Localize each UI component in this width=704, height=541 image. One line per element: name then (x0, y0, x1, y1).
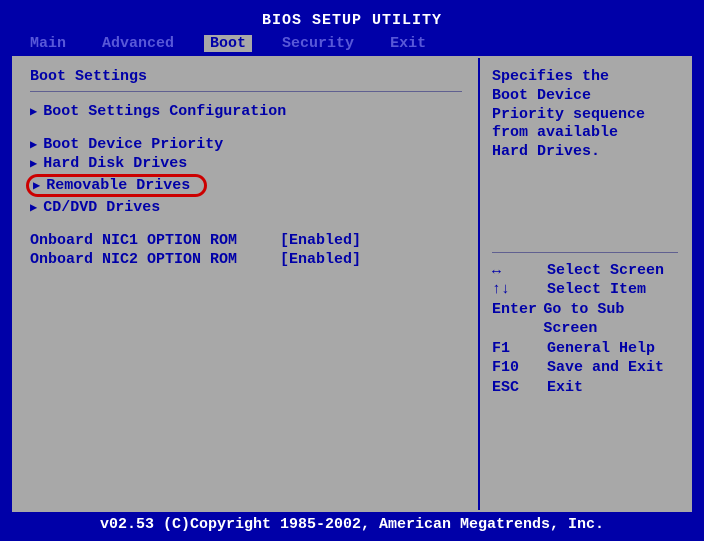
submenu-arrow-icon: ▶ (30, 200, 37, 215)
entry-label: Removable Drives (46, 177, 190, 194)
option-value: [Enabled] (280, 232, 361, 249)
entry-label: CD/DVD Drives (43, 199, 160, 216)
option-value: [Enabled] (280, 251, 361, 268)
top-menu-bar: Main Advanced Boot Security Exit (12, 33, 692, 56)
highlight-callout: ▶ Removable Drives (26, 174, 207, 197)
entry-removable-drives[interactable]: ▶ Removable Drives (30, 173, 462, 198)
hint-f10: F10 Save and Exit (492, 358, 678, 378)
hint-f1: F1 General Help (492, 339, 678, 359)
option-label: Onboard NIC2 OPTION ROM (30, 251, 280, 268)
option-nic1-rom[interactable]: Onboard NIC1 OPTION ROM [Enabled] (30, 231, 462, 250)
help-text: Specifies the Boot Device Priority seque… (492, 68, 678, 162)
submenu-arrow-icon: ▶ (30, 156, 37, 171)
entry-cd-dvd-drives[interactable]: ▶ CD/DVD Drives (30, 198, 462, 217)
divider (30, 91, 462, 92)
submenu-arrow-icon: ▶ (33, 178, 40, 193)
submenu-arrow-icon: ▶ (30, 137, 37, 152)
tab-advanced[interactable]: Advanced (84, 35, 192, 52)
footer-copyright: v02.53 (C)Copyright 1985-2002, American … (12, 512, 692, 533)
window-title: BIOS SETUP UTILITY (12, 8, 692, 33)
main-panel: Boot Settings ▶ Boot Settings Configurat… (14, 58, 480, 510)
tab-main[interactable]: Main (12, 35, 84, 52)
hint-select-screen: ↔ Select Screen (492, 261, 678, 281)
tab-security[interactable]: Security (264, 35, 372, 52)
entry-boot-device-priority[interactable]: ▶ Boot Device Priority (30, 135, 462, 154)
divider (492, 252, 678, 253)
key-hints: ↔ Select Screen ↑↓ Select Item Enter Go … (492, 261, 678, 398)
hint-enter: Enter Go to Sub Screen (492, 300, 678, 339)
option-label: Onboard NIC1 OPTION ROM (30, 232, 280, 249)
hint-esc: ESC Exit (492, 378, 678, 398)
entry-hard-disk-drives[interactable]: ▶ Hard Disk Drives (30, 154, 462, 173)
entry-label: Hard Disk Drives (43, 155, 187, 172)
submenu-arrow-icon: ▶ (30, 104, 37, 119)
entry-label: Boot Device Priority (43, 136, 223, 153)
tab-boot[interactable]: Boot (204, 35, 252, 52)
entry-boot-settings-config[interactable]: ▶ Boot Settings Configuration (30, 102, 462, 121)
entry-label: Boot Settings Configuration (43, 103, 286, 120)
help-panel: Specifies the Boot Device Priority seque… (480, 58, 690, 510)
section-title: Boot Settings (30, 68, 462, 85)
hint-select-item: ↑↓ Select Item (492, 280, 678, 300)
option-nic2-rom[interactable]: Onboard NIC2 OPTION ROM [Enabled] (30, 250, 462, 269)
tab-exit[interactable]: Exit (372, 35, 444, 52)
